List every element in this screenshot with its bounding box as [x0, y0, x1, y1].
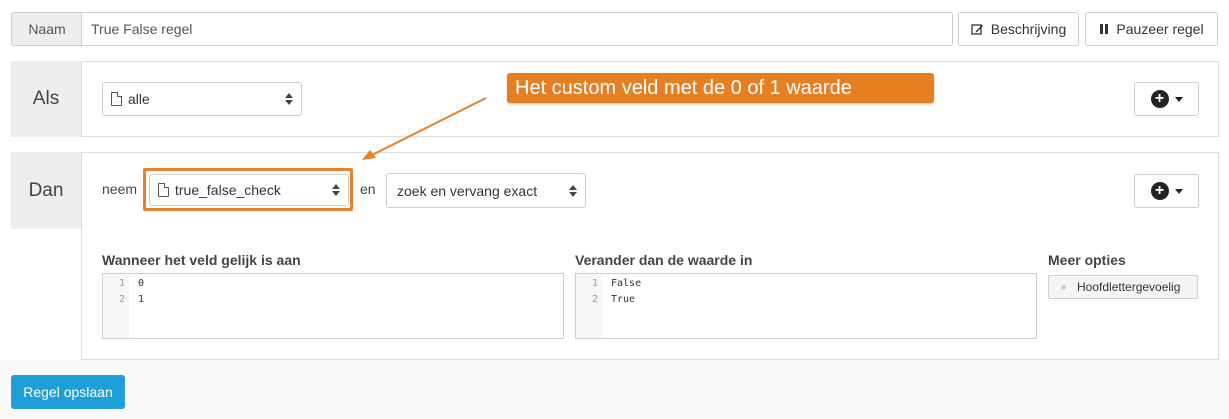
- more-options-title: Meer opties: [1048, 252, 1126, 268]
- line-number: 2: [118, 294, 125, 305]
- when-title: Wanneer het veld gelijk is aan: [102, 252, 301, 268]
- case-sensitive-label: Hoofdlettergevoelig: [1077, 280, 1181, 294]
- file-icon: [111, 92, 122, 106]
- pause-rule-button[interactable]: Pauzeer regel: [1085, 12, 1218, 46]
- line-number-gutter: 1 2: [576, 274, 602, 338]
- select-caret-icon: [285, 93, 293, 105]
- plus-circle-icon: +: [1150, 182, 1169, 200]
- line-number: 2: [591, 294, 598, 305]
- edit-icon: [971, 23, 983, 35]
- description-button-label: Beschrijving: [990, 21, 1067, 37]
- action-select-value: zoek en vervang exact: [397, 182, 538, 199]
- take-word: neem: [102, 181, 138, 197]
- add-condition-button[interactable]: +: [1134, 82, 1199, 116]
- if-label: Als: [11, 61, 82, 137]
- code-line: True: [611, 294, 636, 305]
- code-line: 1: [138, 294, 145, 305]
- pause-rule-label: Pauzeer regel: [1116, 21, 1204, 37]
- change-values-editor[interactable]: 1 2 False True: [575, 273, 1037, 339]
- action-select[interactable]: zoek en vervang exact: [386, 173, 586, 208]
- add-action-button[interactable]: +: [1134, 174, 1199, 208]
- source-select-value: alle: [128, 91, 150, 107]
- when-values-editor[interactable]: 1 2 0 1: [102, 273, 564, 339]
- toggle-dot-icon: [1061, 284, 1066, 290]
- and-word: en: [360, 181, 376, 197]
- description-button[interactable]: Beschrijving: [958, 12, 1079, 46]
- pause-icon: [1100, 24, 1109, 34]
- code-line: False: [611, 278, 642, 289]
- source-select[interactable]: alle: [102, 82, 302, 116]
- highlight-box: [143, 168, 353, 211]
- case-sensitive-toggle[interactable]: Hoofdlettergevoelig: [1048, 275, 1198, 299]
- annotation-callout: Het custom veld met de 0 of 1 waarde: [507, 73, 934, 103]
- chevron-down-icon: [1174, 188, 1183, 194]
- plus-circle-icon: +: [1150, 90, 1169, 108]
- change-title: Verander dan de waarde in: [575, 252, 753, 268]
- select-caret-icon: [569, 184, 577, 197]
- page-footer-area: [0, 360, 1229, 419]
- code-line: 0: [138, 278, 145, 289]
- code-area[interactable]: False True: [602, 274, 1036, 338]
- then-label: Dan: [11, 152, 82, 229]
- line-number: 1: [118, 278, 125, 289]
- rule-name-input[interactable]: True False regel: [81, 12, 953, 46]
- line-number-gutter: 1 2: [103, 274, 129, 338]
- chevron-down-icon: [1174, 96, 1183, 102]
- name-label: Naam: [11, 12, 82, 46]
- code-area[interactable]: 0 1: [129, 274, 563, 338]
- line-number: 1: [591, 278, 598, 289]
- save-rule-button[interactable]: Regel opslaan: [11, 375, 125, 409]
